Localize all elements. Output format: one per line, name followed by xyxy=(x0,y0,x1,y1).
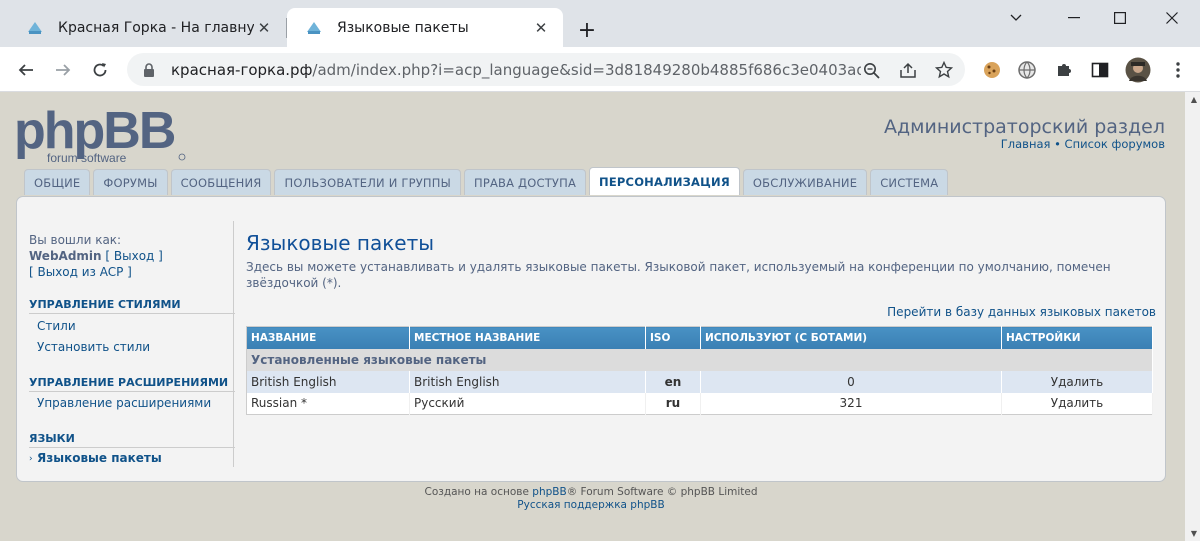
sidebar-item-styles[interactable]: Стили xyxy=(37,319,76,333)
profile-avatar[interactable] xyxy=(1123,55,1153,85)
lang-iso: en xyxy=(645,370,701,393)
col-local-name: МЕСТНОЕ НАЗВАНИЕ xyxy=(409,326,646,349)
tab-posting[interactable]: СООБЩЕНИЯ xyxy=(170,169,272,195)
chevron-down-icon[interactable] xyxy=(992,0,1040,36)
browser-tab-title: Языковые пакеты xyxy=(337,19,469,36)
scroll-down-arrow-icon[interactable]: ▼ xyxy=(1191,529,1197,538)
browser-tab-strip: Красная Горка - На главную ✕ Языковые па… xyxy=(0,0,1200,47)
page-title: Языковые пакеты xyxy=(246,231,435,255)
tab-maintenance[interactable]: ОБСЛУЖИВАНИЕ xyxy=(742,169,868,195)
page-scrollbar[interactable]: ▲ ▼ xyxy=(1185,92,1200,541)
address-bar[interactable]: красная-горка.рф/adm/index.php?i=acp_lan… xyxy=(127,53,965,86)
lang-name[interactable]: Russian * xyxy=(246,392,410,415)
active-item-arrow-icon: › xyxy=(29,454,33,464)
phpbb-logo[interactable]: phpBB forum software xyxy=(14,106,189,164)
sidebar-item-language-packs[interactable]: Языковые пакеты xyxy=(37,451,162,465)
lang-iso: ru xyxy=(645,392,701,415)
tab-customise[interactable]: ПЕРСОНАЛИЗАЦИЯ xyxy=(589,167,740,195)
zoom-icon[interactable] xyxy=(860,59,882,81)
maximize-icon[interactable] xyxy=(1096,0,1144,36)
close-tab-icon[interactable]: ✕ xyxy=(254,18,274,38)
table-row: Russian * Русский ru 321 Удалить xyxy=(246,392,1153,415)
section-installed: Установленные языковые пакеты xyxy=(246,348,1153,371)
delete-language-button[interactable]: Удалить xyxy=(1001,392,1153,415)
close-tab-icon[interactable]: ✕ xyxy=(531,18,551,38)
page-footer: Создано на основе phpBB® Forum Software … xyxy=(0,486,1182,512)
url-text[interactable]: красная-горка.рф/adm/index.php?i=acp_lan… xyxy=(171,61,861,79)
close-window-icon[interactable] xyxy=(1148,0,1196,36)
minimize-icon[interactable] xyxy=(1050,0,1098,36)
username[interactable]: WebAdmin xyxy=(29,249,102,263)
lang-name[interactable]: British English xyxy=(246,370,410,393)
forward-arrow-icon[interactable] xyxy=(48,55,78,85)
page-description: Здесь вы можете устанавливать и удалять … xyxy=(246,260,1111,290)
lang-users: 0 xyxy=(700,370,1002,393)
url-domain: красная-горка.рф xyxy=(171,60,313,79)
bookmark-star-icon[interactable] xyxy=(933,59,955,81)
browser-toolbar: красная-горка.рф/adm/index.php?i=acp_lan… xyxy=(0,47,1200,92)
back-arrow-icon[interactable] xyxy=(11,55,41,85)
browser-menu-icon[interactable] xyxy=(1163,55,1193,85)
acp-title: Администраторский раздел xyxy=(884,116,1165,138)
language-packs-table: НАЗВАНИЕ МЕСТНОЕ НАЗВАНИЕ ISO ИСПОЛЬЗУЮТ… xyxy=(246,326,1153,415)
lang-local-name: British English xyxy=(409,370,646,393)
acp-tabs: ОБЩИЕ ФОРУМЫ СООБЩЕНИЯ ПОЛЬЗОВАТЕЛИ И ГР… xyxy=(24,167,951,195)
extensions-puzzle-icon[interactable] xyxy=(1049,55,1079,85)
new-tab-plus-icon[interactable]: + xyxy=(573,16,601,44)
lock-icon xyxy=(144,62,154,77)
login-info: WebAdmin [ Выход ] xyxy=(29,249,163,263)
sidebar-item-manage-extensions[interactable]: Управление расширениями xyxy=(37,396,211,410)
home-link[interactable]: Главная xyxy=(1001,137,1051,151)
lang-local-name: Русский xyxy=(409,392,646,415)
browser-tab-title: Красная Горка - На главную xyxy=(58,19,254,36)
table-row: British English British English en 0 Уда… xyxy=(246,370,1153,393)
phpbb-link[interactable]: phpBB xyxy=(532,486,566,498)
menu-heading-styles: УПРАВЛЕНИЕ СТИЛЯМИ xyxy=(29,298,235,314)
russian-support-link[interactable]: Русская поддержка phpBB xyxy=(517,499,664,511)
share-icon[interactable] xyxy=(897,59,919,81)
col-users: ИСПОЛЬЗУЮТ (С БОТАМИ) xyxy=(700,326,1002,349)
language-db-link[interactable]: Перейти в базу данных языковых пакетов xyxy=(887,305,1156,319)
site-favicon-icon xyxy=(28,21,42,34)
tab-general[interactable]: ОБЩИЕ xyxy=(24,169,91,195)
url-path: /adm/index.php?i=acp_language&sid=3d8184… xyxy=(312,60,861,79)
col-iso: ISO xyxy=(645,326,701,349)
scroll-up-arrow-icon[interactable]: ▲ xyxy=(1191,95,1197,104)
tab-system[interactable]: СИСТЕМА xyxy=(870,169,949,195)
menu-heading-languages: ЯЗЫКИ xyxy=(29,432,235,448)
logout-link[interactable]: [ Выход ] xyxy=(105,249,162,263)
col-settings: НАСТРОЙКИ xyxy=(1001,326,1153,349)
svg-text:forum software: forum software xyxy=(47,151,127,164)
cookie-extension-icon[interactable] xyxy=(977,55,1007,85)
side-panel-icon[interactable] xyxy=(1085,55,1115,85)
menu-heading-extensions: УПРАВЛЕНИЕ РАСШИРЕНИЯМИ xyxy=(29,376,235,392)
footer-credit: Создано на основе phpBB® Forum Software … xyxy=(0,486,1182,499)
tab-permissions[interactable]: ПРАВА ДОСТУПА xyxy=(463,169,587,195)
reload-icon[interactable] xyxy=(85,55,115,85)
col-name: НАЗВАНИЕ xyxy=(246,326,410,349)
header-links: Главная • Список форумов xyxy=(1001,137,1165,151)
page-viewport: phpBB forum software Администраторский р… xyxy=(0,92,1200,541)
forum-list-link[interactable]: Список форумов xyxy=(1065,137,1165,151)
footer-suffix: ® Forum Software © phpBB Limited xyxy=(566,486,758,498)
browser-tab-language-packs[interactable]: Языковые пакеты ✕ xyxy=(287,8,563,47)
logged-in-label: Вы вошли как: xyxy=(29,233,122,247)
content-panel: Вы вошли как: WebAdmin [ Выход ] [ Выход… xyxy=(16,196,1166,482)
tab-users-groups[interactable]: ПОЛЬЗОВАТЕЛИ И ГРУППЫ xyxy=(274,169,461,195)
footer-prefix: Создано на основе xyxy=(424,486,533,498)
link-separator: • xyxy=(1050,137,1065,151)
tab-forums[interactable]: ФОРУМЫ xyxy=(93,169,168,195)
site-favicon-icon xyxy=(307,21,321,34)
table-section-row: Установленные языковые пакеты xyxy=(246,348,1153,371)
logout-acp-link[interactable]: [ Выход из ACP ] xyxy=(29,265,132,279)
browser-tab-home[interactable]: Красная Горка - На главную ✕ xyxy=(8,8,286,47)
sidebar-menu: Вы вошли как: WebAdmin [ Выход ] [ Выход… xyxy=(29,221,235,467)
lang-users: 321 xyxy=(700,392,1002,415)
delete-language-button[interactable]: Удалить xyxy=(1001,370,1153,393)
table-header-row: НАЗВАНИЕ МЕСТНОЕ НАЗВАНИЕ ISO ИСПОЛЬЗУЮТ… xyxy=(246,326,1153,349)
globe-extension-icon[interactable] xyxy=(1012,55,1042,85)
sidebar-item-install-styles[interactable]: Установить стили xyxy=(37,340,150,354)
